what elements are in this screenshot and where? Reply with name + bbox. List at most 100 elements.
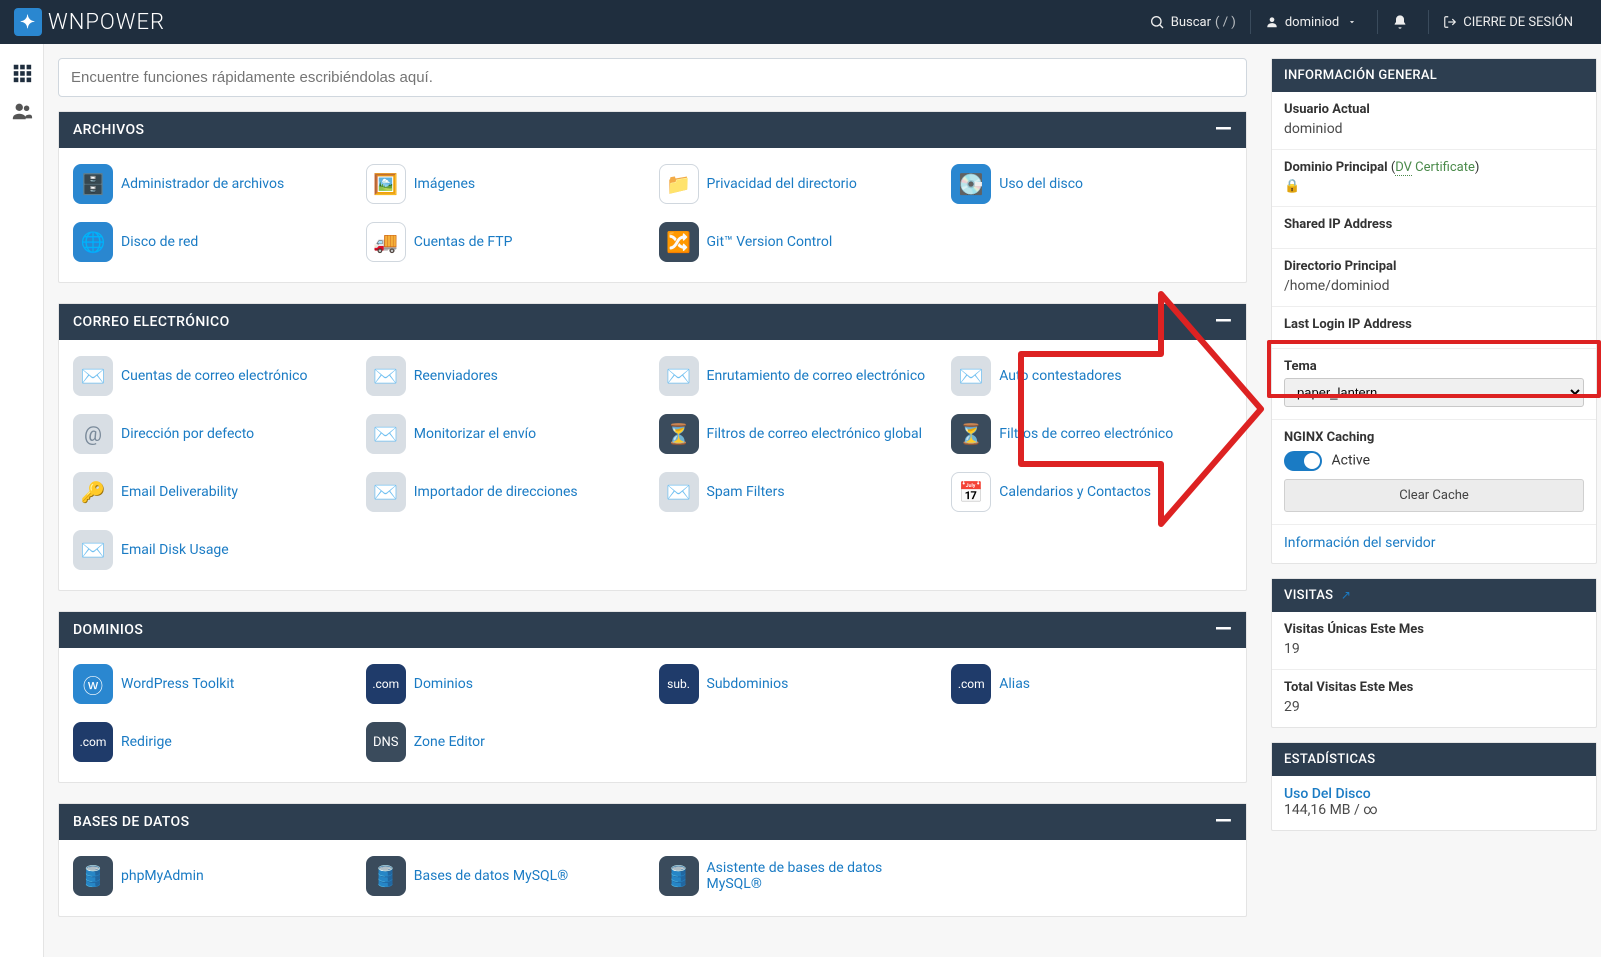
folder-eye-icon: 📁 bbox=[659, 164, 699, 204]
side-info-header: INFORMACIÓN GENERAL bbox=[1272, 59, 1596, 92]
disk-usage-link[interactable]: Uso Del Disco bbox=[1284, 786, 1584, 802]
top-search[interactable]: Buscar ( / ) bbox=[1135, 0, 1250, 44]
lock-icon: 🔒 bbox=[1284, 179, 1584, 194]
envelope-track-icon: ✉️ bbox=[366, 414, 406, 454]
tool-ftp-accounts[interactable]: 🚚Cuentas de FTP bbox=[366, 218, 647, 266]
tool-autoresponders[interactable]: ✉️Auto contestadores bbox=[951, 352, 1232, 400]
user-menu[interactable]: dominiod bbox=[1251, 0, 1377, 44]
dv-certificate-link[interactable]: DV bbox=[1395, 160, 1412, 176]
tool-mysql-dbs[interactable]: 🛢️Bases de datos MySQL® bbox=[366, 852, 647, 900]
side-info: INFORMACIÓN GENERAL Usuario Actual domin… bbox=[1271, 58, 1597, 564]
clear-cache-button[interactable]: Clear Cache bbox=[1284, 479, 1584, 512]
tool-subdomains[interactable]: sub.Subdominios bbox=[659, 660, 940, 708]
tool-spam-filters[interactable]: ✉️Spam Filters bbox=[659, 468, 940, 516]
tool-redirects[interactable]: .comRedirige bbox=[73, 718, 354, 766]
envelope-user-icon: ✉️ bbox=[73, 356, 113, 396]
panel-domains-header[interactable]: DOMINIOS — bbox=[59, 612, 1246, 648]
envelope-arrow-icon: ✉️ bbox=[366, 356, 406, 396]
user-icon bbox=[1265, 15, 1279, 29]
panel-files-header[interactable]: ARCHIVOS — bbox=[59, 112, 1246, 148]
tool-default-address[interactable]: @Dirección por defecto bbox=[73, 410, 354, 458]
rail-apps[interactable] bbox=[0, 54, 44, 92]
stats-disk: Uso Del Disco 144,16 MB / ∞ bbox=[1272, 776, 1596, 830]
info-current-user: Usuario Actual dominiod bbox=[1272, 92, 1596, 150]
envelope-at-icon: @ bbox=[73, 414, 113, 454]
rail-users[interactable] bbox=[0, 92, 44, 130]
tool-email-routing[interactable]: ✉️Enrutamiento de correo electrónico bbox=[659, 352, 940, 400]
top-search-shortcut: ( / ) bbox=[1215, 15, 1236, 30]
panel-title: CORREO ELECTRÓNICO bbox=[73, 314, 230, 330]
side-visits: VISITAS ↗ Visitas Únicas Este Mes 19 Tot… bbox=[1271, 578, 1597, 728]
tool-images[interactable]: 🖼️Imágenes bbox=[366, 160, 647, 208]
tool-domains[interactable]: .comDominios bbox=[366, 660, 647, 708]
panel-title: ARCHIVOS bbox=[73, 122, 144, 138]
sub-icon: sub. bbox=[659, 664, 699, 704]
collapse-icon[interactable]: — bbox=[1215, 125, 1232, 135]
info-theme: Tema paper_lantern bbox=[1272, 349, 1596, 420]
globe-disk-icon: 🌐 bbox=[73, 222, 113, 262]
collapse-icon[interactable]: — bbox=[1215, 625, 1232, 635]
brand-logo[interactable]: ✦ WNPOWER bbox=[0, 8, 165, 36]
tool-aliases[interactable]: .comAlias bbox=[951, 660, 1232, 708]
tool-phpmyadmin[interactable]: 🛢️phpMyAdmin bbox=[73, 852, 354, 900]
info-last-login: Last Login IP Address bbox=[1272, 307, 1596, 349]
tool-mysql-wizard[interactable]: 🛢️Asistente de bases de datos MySQL® bbox=[659, 852, 940, 900]
tool-git[interactable]: 🔀Git™ Version Control bbox=[659, 218, 940, 266]
panel-domains: DOMINIOS — ⓦWordPress Toolkit .comDomini… bbox=[58, 611, 1247, 783]
tool-global-filters[interactable]: ⏳Filtros de correo electrónico global bbox=[659, 410, 940, 458]
panel-email-header[interactable]: CORREO ELECTRÓNICO — bbox=[59, 304, 1246, 340]
panel-title: BASES DE DATOS bbox=[73, 814, 189, 830]
tool-email-filters[interactable]: ⏳Filtros de correo electrónico bbox=[951, 410, 1232, 458]
left-rail bbox=[0, 44, 44, 957]
tool-email-deliverability[interactable]: 🔑Email Deliverability bbox=[73, 468, 354, 516]
panel-databases: BASES DE DATOS — 🛢️phpMyAdmin 🛢️Bases de… bbox=[58, 803, 1247, 917]
nginx-toggle[interactable] bbox=[1284, 451, 1322, 471]
top-search-label: Buscar bbox=[1171, 15, 1211, 30]
panel-email: CORREO ELECTRÓNICO — ✉️Cuentas de correo… bbox=[58, 303, 1247, 591]
tool-calendars-contacts[interactable]: 📅Calendarios y Contactos bbox=[951, 468, 1232, 516]
tool-email-accounts[interactable]: ✉️Cuentas de correo electrónico bbox=[73, 352, 354, 400]
brand-text: WNPOWER bbox=[48, 10, 165, 35]
collapse-icon[interactable]: — bbox=[1215, 317, 1232, 327]
tool-zone-editor[interactable]: DNSZone Editor bbox=[366, 718, 647, 766]
bell-icon bbox=[1392, 14, 1408, 30]
envelope-auto-icon: ✉️ bbox=[951, 356, 991, 396]
envelope-route-icon: ✉️ bbox=[659, 356, 699, 396]
alias-icon: .com bbox=[951, 664, 991, 704]
tool-dir-privacy[interactable]: 📁Privacidad del directorio bbox=[659, 160, 940, 208]
main-content: ARCHIVOS — 🗄️Administrador de archivos 🖼… bbox=[44, 44, 1261, 957]
truck-icon: 🚚 bbox=[366, 222, 406, 262]
function-search-input[interactable] bbox=[58, 58, 1247, 97]
tool-disk-usage[interactable]: 💽Uso del disco bbox=[951, 160, 1232, 208]
dns-icon: DNS bbox=[366, 722, 406, 762]
chevron-down-icon bbox=[1347, 17, 1357, 27]
redirect-icon: .com bbox=[73, 722, 113, 762]
tool-wp-toolkit[interactable]: ⓦWordPress Toolkit bbox=[73, 660, 354, 708]
server-info-link[interactable]: Información del servidor bbox=[1284, 535, 1435, 551]
panel-databases-header[interactable]: BASES DE DATOS — bbox=[59, 804, 1246, 840]
envelope-pie-icon: ✉️ bbox=[73, 530, 113, 570]
tool-forwarders[interactable]: ✉️Reenviadores bbox=[366, 352, 647, 400]
disk-pie-icon: 💽 bbox=[951, 164, 991, 204]
dotcom-icon: .com bbox=[366, 664, 406, 704]
collapse-icon[interactable]: — bbox=[1215, 817, 1232, 827]
right-sidebar: INFORMACIÓN GENERAL Usuario Actual domin… bbox=[1261, 44, 1601, 957]
external-link-icon[interactable]: ↗ bbox=[1341, 588, 1351, 602]
side-stats: ESTADÍSTICAS Uso Del Disco 144,16 MB / ∞ bbox=[1271, 742, 1597, 831]
tool-track-delivery[interactable]: ✉️Monitorizar el envío bbox=[366, 410, 647, 458]
tool-email-disk-usage[interactable]: ✉️Email Disk Usage bbox=[73, 526, 354, 574]
tool-net-disk[interactable]: 🌐Disco de red bbox=[73, 218, 354, 266]
envelope-key-icon: 🔑 bbox=[73, 472, 113, 512]
envelope-pencil-icon: ✉️ bbox=[659, 472, 699, 512]
side-visits-header: VISITAS ↗ bbox=[1272, 579, 1596, 612]
logout-label: CIERRE DE SESIÓN bbox=[1463, 15, 1573, 30]
tool-file-manager[interactable]: 🗄️Administrador de archivos bbox=[73, 160, 354, 208]
database-icon: 🛢️ bbox=[366, 856, 406, 896]
theme-select[interactable]: paper_lantern bbox=[1284, 378, 1584, 407]
calendar-icon: 📅 bbox=[951, 472, 991, 512]
tool-address-importer[interactable]: ✉️Importador de direcciones bbox=[366, 468, 647, 516]
notifications[interactable] bbox=[1378, 0, 1428, 44]
visits-total: Total Visitas Este Mes 29 bbox=[1272, 670, 1596, 727]
logout-button[interactable]: CIERRE DE SESIÓN bbox=[1429, 0, 1587, 44]
brand-icon: ✦ bbox=[14, 8, 42, 36]
